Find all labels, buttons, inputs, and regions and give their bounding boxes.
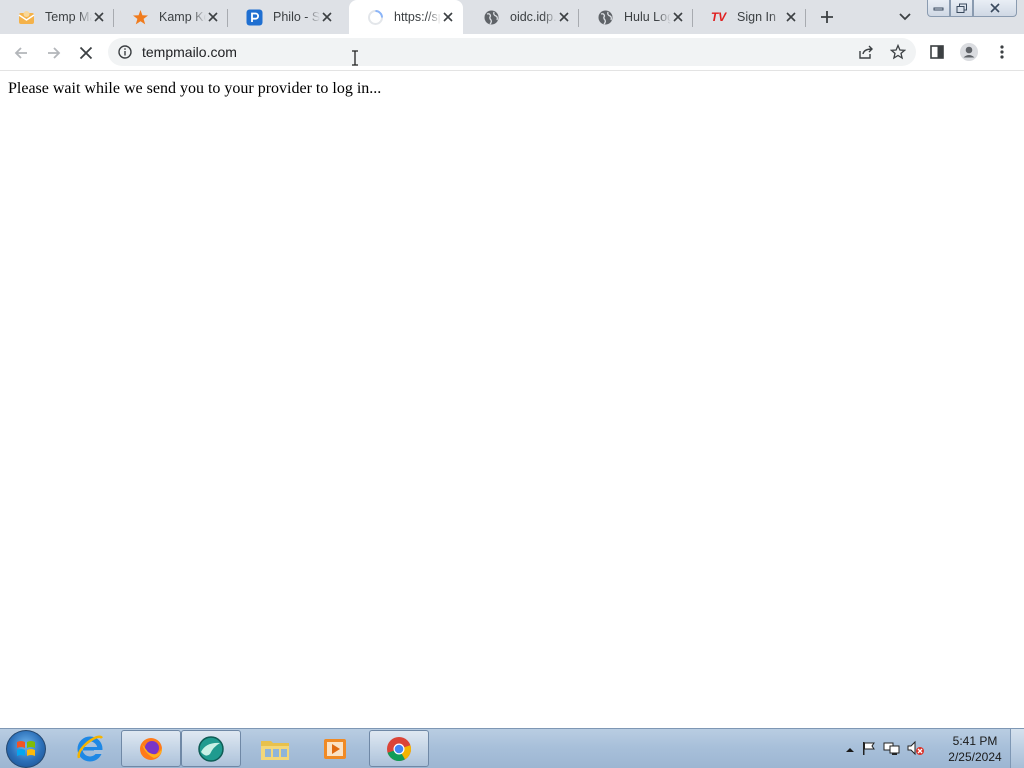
- page-content: Please wait while we send you to your pr…: [0, 71, 1024, 728]
- tab-title: Sign In: [737, 10, 776, 24]
- network-icon[interactable]: [883, 740, 901, 759]
- tab-sign-in[interactable]: TV Sign In: [692, 0, 806, 34]
- stop-loading-button[interactable]: [75, 42, 97, 64]
- tempmail-envelope-icon: [18, 9, 35, 26]
- tab-oidc[interactable]: oidc.idp.: [465, 0, 579, 34]
- chevron-up-icon: [846, 747, 854, 752]
- app-icon: [198, 735, 224, 762]
- globe-icon: [597, 9, 614, 26]
- tab-active-loading[interactable]: https://sp: [349, 0, 463, 34]
- close-tab-icon[interactable]: [784, 10, 798, 24]
- address-bar[interactable]: tempmailo.com: [108, 38, 916, 66]
- close-tab-icon[interactable]: [557, 10, 571, 24]
- start-button[interactable]: [6, 730, 46, 768]
- internet-explorer-icon: [77, 735, 103, 761]
- close-tab-icon[interactable]: [671, 10, 685, 24]
- chevron-down-icon: [899, 13, 911, 21]
- close-window-button[interactable]: [973, 0, 1017, 17]
- philo-p-icon: [246, 9, 263, 26]
- windows-logo-icon: [17, 741, 35, 756]
- tab-title: oidc.idp.: [510, 10, 557, 24]
- minimize-icon: [933, 7, 944, 11]
- info-icon[interactable]: [118, 45, 132, 59]
- window-controls: [927, 0, 1017, 18]
- tab-strip: Temp Ma Kamp Ko Philo - St https://sp oi…: [0, 0, 1024, 34]
- close-tab-icon[interactable]: [206, 10, 220, 24]
- taskbar-app[interactable]: [181, 730, 241, 767]
- chrome-icon: [387, 736, 411, 761]
- volume-muted-icon[interactable]: [907, 740, 925, 759]
- tab-title: Kamp Ko: [159, 10, 206, 24]
- arrow-right-icon: [48, 47, 61, 59]
- plus-icon: [821, 11, 833, 23]
- share-button[interactable]: [858, 44, 874, 60]
- close-tab-icon[interactable]: [441, 10, 455, 24]
- tab-philo[interactable]: Philo - St: [228, 0, 342, 34]
- tab-title: Temp Ma: [45, 10, 92, 24]
- media-player-icon: [324, 738, 346, 759]
- side-panel-button[interactable]: [927, 42, 947, 62]
- taskbar-chrome[interactable]: [369, 730, 429, 767]
- restore-icon: [956, 3, 967, 13]
- tab-hulu-login[interactable]: Hulu Log: [579, 0, 693, 34]
- close-icon: [79, 46, 93, 60]
- close-icon: [990, 3, 1000, 13]
- browser-toolbar: tempmailo.com: [0, 34, 1024, 71]
- close-tab-icon[interactable]: [320, 10, 334, 24]
- show-desktop-button[interactable]: [1010, 729, 1024, 768]
- forward-button[interactable]: [43, 42, 65, 64]
- tab-title: Hulu Log: [624, 10, 671, 24]
- taskbar-clock[interactable]: 5:41 PM 2/25/2024: [940, 733, 1010, 765]
- tab-title: https://sp: [394, 10, 441, 24]
- close-tab-icon[interactable]: [92, 10, 106, 24]
- globe-icon: [483, 9, 500, 26]
- firefox-icon: [140, 737, 162, 760]
- tab-search-button[interactable]: [896, 8, 914, 26]
- windows-taskbar: 5:41 PM 2/25/2024: [0, 728, 1024, 768]
- loading-spinner-icon: [367, 9, 384, 26]
- system-tray: [845, 739, 925, 759]
- file-explorer-icon: [261, 740, 289, 760]
- side-panel-icon: [930, 45, 944, 59]
- text-cursor-icon: [352, 50, 358, 66]
- redirect-message: Please wait while we send you to your pr…: [8, 80, 382, 97]
- tab-separator: [805, 9, 806, 27]
- kebab-menu-icon: [1000, 45, 1004, 59]
- taskbar-internet-explorer[interactable]: [60, 730, 120, 767]
- tab-temp-mail[interactable]: Temp Ma: [0, 0, 114, 34]
- taskbar-media-player[interactable]: [305, 730, 365, 767]
- star-icon: [890, 44, 906, 60]
- back-button[interactable]: [10, 42, 32, 64]
- url-text[interactable]: tempmailo.com: [142, 44, 237, 60]
- taskbar-firefox[interactable]: [121, 730, 181, 767]
- clock-time: 5:41 PM: [952, 734, 998, 748]
- tv-logo-icon: TV: [710, 10, 727, 24]
- menu-button[interactable]: [992, 42, 1012, 62]
- bookmark-button[interactable]: [890, 44, 906, 60]
- avatar-icon: [960, 43, 978, 61]
- arrow-left-icon: [14, 47, 27, 59]
- tab-kamp-ko[interactable]: Kamp Ko: [114, 0, 228, 34]
- new-tab-button[interactable]: [817, 7, 837, 27]
- tab-title: Philo - St: [273, 10, 320, 24]
- profile-button[interactable]: [959, 42, 979, 62]
- minimize-button[interactable]: [927, 0, 950, 17]
- taskbar-file-explorer[interactable]: [245, 730, 305, 767]
- show-hidden-icons-button[interactable]: [845, 742, 855, 757]
- restore-button[interactable]: [950, 0, 973, 17]
- share-icon: [859, 45, 873, 59]
- clock-date: 2/25/2024: [948, 750, 1002, 764]
- action-center-icon[interactable]: [861, 740, 877, 759]
- orange-star-icon: [132, 9, 149, 26]
